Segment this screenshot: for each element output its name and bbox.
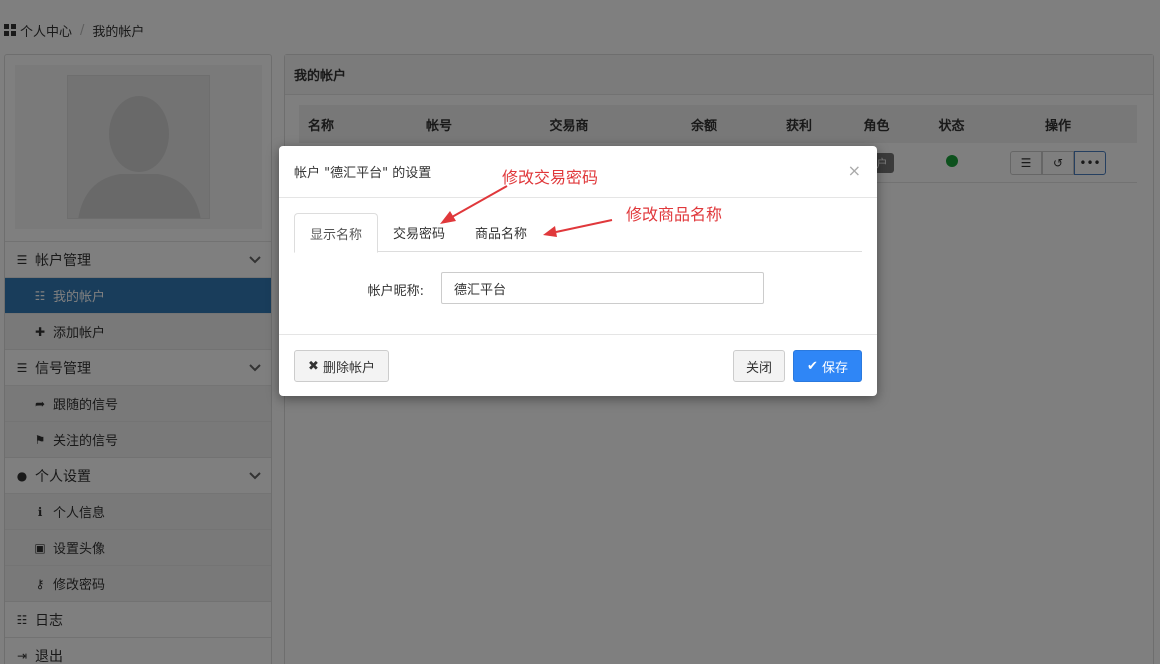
tab-display-name[interactable]: 显示名称 <box>294 213 379 253</box>
delete-account-button[interactable]: ✖ 删除帐户 <box>294 350 389 382</box>
nickname-label: 帐户昵称: <box>367 284 424 299</box>
close-icon[interactable]: × <box>848 161 861 180</box>
save-button[interactable]: ✔ 保存 <box>793 350 862 382</box>
settings-tabs: 显示名称 交易密码 商品名称 <box>294 213 862 253</box>
modal-title: 帐户 "德汇平台" 的设置 <box>294 166 432 181</box>
nickname-row: 帐户昵称: <box>279 272 877 304</box>
nickname-input[interactable] <box>441 272 764 304</box>
tab-product-name[interactable]: 商品名称 <box>460 213 542 252</box>
annotation-trade-password: 修改交易密码 <box>502 168 599 187</box>
close-icon: ✖ <box>308 358 319 374</box>
tab-trade-password[interactable]: 交易密码 <box>378 213 460 252</box>
annotation-product-name: 修改商品名称 <box>626 205 723 224</box>
check-icon: ✔ <box>807 358 818 374</box>
modal-footer: ✖ 删除帐户 关闭 ✔ 保存 <box>279 334 877 396</box>
close-button[interactable]: 关闭 <box>733 350 785 382</box>
